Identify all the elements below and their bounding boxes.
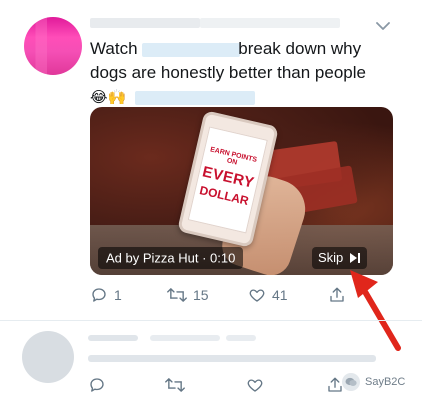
tweet-emoji: 😂🙌 bbox=[90, 88, 127, 106]
redacted-author-handle bbox=[200, 18, 340, 28]
placeholder-text-line bbox=[88, 355, 376, 362]
redacted-link bbox=[134, 90, 255, 105]
phone-screen: EARN POINTS ON EVERY DOLLAR bbox=[187, 126, 268, 234]
redacted-mention bbox=[142, 42, 241, 57]
watermark: SayB2C bbox=[342, 373, 405, 391]
reply-icon bbox=[90, 378, 104, 392]
retweet-button[interactable] bbox=[165, 376, 185, 394]
placeholder-name bbox=[88, 335, 138, 341]
chevron-down-icon[interactable] bbox=[371, 14, 395, 38]
reply-icon bbox=[92, 288, 106, 302]
wechat-icon bbox=[342, 373, 360, 391]
retweet-button[interactable]: 15 bbox=[167, 286, 209, 304]
heart-icon bbox=[247, 379, 263, 392]
tweet-text-line2: dogs are honestly better than people bbox=[90, 63, 366, 82]
reply-button[interactable] bbox=[88, 376, 106, 394]
tweet-text: Watch break down why dogs are honestly b… bbox=[90, 37, 400, 109]
ad-countdown-label: Ad by Pizza Hut · 0:10 bbox=[98, 247, 244, 269]
ad-countdown-text: Ad by Pizza Hut · 0:10 bbox=[106, 250, 236, 266]
placeholder-avatar bbox=[22, 331, 74, 383]
retweet-icon bbox=[167, 288, 187, 302]
heart-icon bbox=[249, 289, 265, 302]
placeholder-handle bbox=[150, 335, 220, 341]
skip-label: Skip bbox=[318, 250, 344, 265]
retweet-count: 15 bbox=[193, 287, 209, 303]
annotation-arrow-icon bbox=[350, 270, 401, 351]
like-button[interactable] bbox=[246, 376, 264, 394]
tweet-author-avatar[interactable] bbox=[24, 17, 82, 75]
watermark-text: SayB2C bbox=[365, 376, 406, 388]
reply-button[interactable]: 1 bbox=[90, 286, 122, 304]
tweet-divider bbox=[0, 320, 422, 321]
skip-next-icon bbox=[350, 253, 361, 263]
placeholder-handle-2 bbox=[226, 335, 256, 341]
retweet-icon bbox=[165, 378, 185, 392]
tweet-text-prefix: Watch bbox=[90, 39, 138, 58]
reply-count: 1 bbox=[114, 287, 122, 303]
like-button[interactable]: 41 bbox=[248, 286, 288, 304]
redacted-author-name bbox=[90, 18, 200, 28]
like-count: 41 bbox=[272, 287, 288, 303]
tweet-text-mid: break down why bbox=[238, 39, 362, 58]
skip-ad-button[interactable]: Skip bbox=[312, 247, 368, 269]
